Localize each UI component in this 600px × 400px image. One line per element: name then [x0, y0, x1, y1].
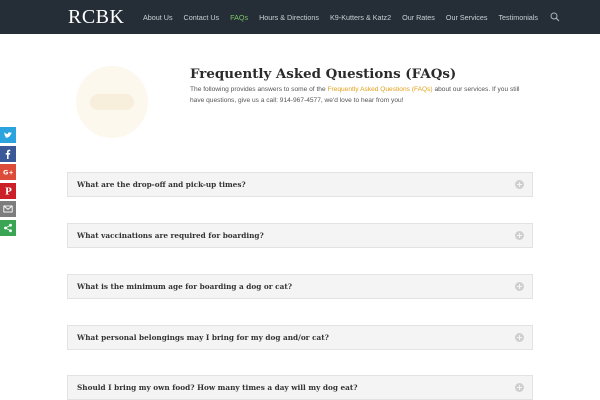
- intro-text-before: The following provides answers to some o…: [190, 86, 328, 93]
- site-header: RCBK About Us Contact Us FAQs Hours & Di…: [0, 0, 600, 34]
- faq-question: What vaccinations are required for board…: [77, 231, 264, 240]
- twitter-share-button[interactable]: [0, 127, 16, 143]
- pinterest-icon: P: [5, 187, 12, 195]
- page-title: Frequently Asked Questions (FAQs): [190, 66, 457, 82]
- faq-toggle[interactable]: What vaccinations are required for board…: [67, 223, 533, 248]
- facebook-share-button[interactable]: [0, 145, 16, 162]
- expand-icon[interactable]: [515, 282, 524, 291]
- expand-icon[interactable]: [515, 383, 524, 392]
- nav-item-hours-directions[interactable]: Hours & Directions: [259, 13, 319, 22]
- faq-toggle[interactable]: What personal belongings may I bring for…: [67, 325, 533, 350]
- faq-question: Should I bring my own food? How many tim…: [77, 383, 358, 392]
- search-icon[interactable]: [550, 12, 560, 22]
- share-icon: [4, 223, 12, 232]
- email-share-button[interactable]: [0, 201, 16, 217]
- site-logo[interactable]: RCBK: [68, 6, 124, 29]
- main-nav: About Us Contact Us FAQs Hours & Directi…: [132, 0, 538, 34]
- social-share-bar: G+ P: [0, 127, 16, 238]
- expand-icon[interactable]: [515, 231, 524, 240]
- faq-toggle[interactable]: What is the minimum age for boarding a d…: [67, 274, 533, 299]
- expand-icon[interactable]: [515, 333, 524, 342]
- svg-text:G+: G+: [3, 169, 13, 177]
- google-plus-share-button[interactable]: G+: [0, 164, 16, 180]
- nav-item-our-services[interactable]: Our Services: [446, 13, 488, 22]
- expand-icon[interactable]: [515, 180, 524, 189]
- intro-image: [76, 66, 148, 138]
- faq-toggle[interactable]: Should I bring my own food? How many tim…: [67, 375, 533, 400]
- faq-link[interactable]: Frequently Asked Questions (FAQs): [327, 86, 432, 93]
- nav-item-about-us[interactable]: About Us: [143, 13, 173, 22]
- faq-question: What is the minimum age for boarding a d…: [77, 282, 292, 291]
- nav-item-faqs[interactable]: FAQs: [230, 13, 248, 22]
- email-icon: [3, 205, 13, 213]
- nav-item-testimonials[interactable]: Testimonials: [498, 13, 538, 22]
- more-share-button[interactable]: [0, 219, 16, 236]
- svg-text:P: P: [5, 187, 12, 195]
- google-plus-icon: G+: [3, 169, 13, 177]
- twitter-icon: [4, 132, 12, 138]
- intro-text: The following provides answers to some o…: [190, 85, 535, 106]
- nav-item-contact-us[interactable]: Contact Us: [184, 13, 220, 22]
- nav-item-our-rates[interactable]: Our Rates: [402, 13, 435, 22]
- facebook-icon: [5, 149, 11, 159]
- pinterest-share-button[interactable]: P: [0, 182, 16, 199]
- faq-toggle[interactable]: What are the drop-off and pick-up times?: [67, 172, 533, 197]
- nav-item-k9-kutters[interactable]: K9-Kutters & Katz2: [330, 13, 391, 22]
- faq-question: What are the drop-off and pick-up times?: [77, 180, 246, 189]
- faq-question: What personal belongings may I bring for…: [77, 333, 329, 342]
